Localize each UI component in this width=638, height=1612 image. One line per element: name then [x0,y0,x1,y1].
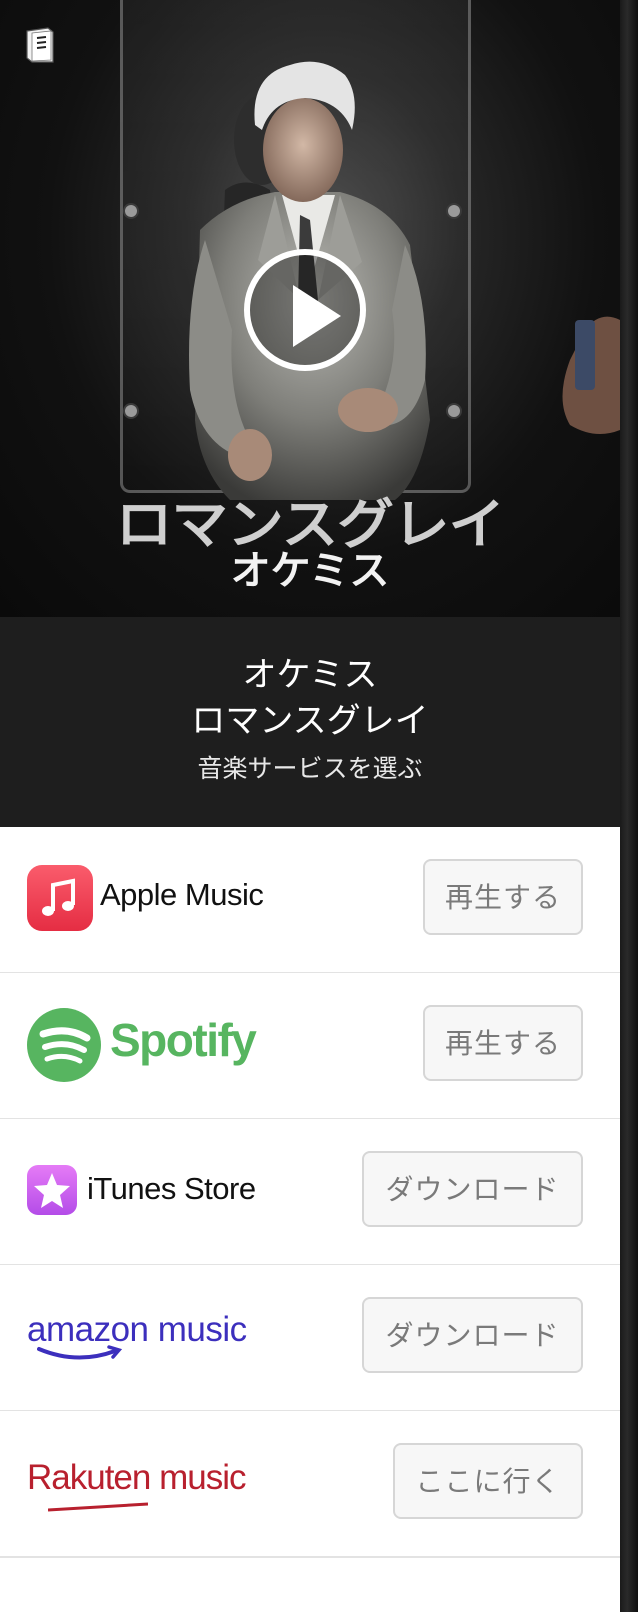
apple-music-icon [27,865,93,931]
service-row-itunes-store[interactable]: iTunes Store ダウンロード [0,1119,620,1266]
rakuten-swoosh-icon [47,1497,149,1516]
cover-art: ロマンスグレイ オケミス [0,0,620,617]
download-button-amazon[interactable]: ダウンロード [362,1297,583,1373]
amazon-smile-icon [37,1345,127,1367]
amazon-music-logo: amazon music [27,1310,247,1349]
track-info-panel: オケミス ロマンスグレイ 音楽サービスを選ぶ [0,617,620,827]
choose-service-label: 音楽サービスを選ぶ [197,754,423,783]
song-title: ロマンスグレイ [191,701,429,741]
play-button-apple-music[interactable]: 再生する [423,859,583,935]
artist-name: オケミス [242,655,378,695]
play-button-spotify[interactable]: 再生する [423,1005,583,1081]
go-button-rakuten[interactable]: ここに行く [393,1443,583,1519]
spotify-icon [27,1008,101,1082]
service-row-rakuten-music[interactable]: Rakuten music ここに行く [0,1411,620,1558]
service-row-spotify[interactable]: Spotify 再生する [0,973,620,1120]
service-row-apple-music[interactable]: Apple Music 再生する [0,827,620,974]
service-name: Apple Music [100,877,264,912]
service-name: Spotify [110,1014,257,1066]
service-name: iTunes Store [87,1171,256,1206]
play-button[interactable] [244,249,366,371]
service-row-amazon-music[interactable]: amazon music ダウンロード [0,1265,620,1412]
rakuten-music-logo: Rakuten music [27,1458,246,1497]
book-icon [24,26,56,64]
window-edge [620,0,638,1612]
download-button-itunes[interactable]: ダウンロード [362,1151,583,1227]
cover-artist-text: オケミス [230,548,390,594]
page: ロマンスグレイ オケミス オケミス ロマンスグレイ 音楽サービスを選ぶ Appl… [0,0,620,1612]
itunes-star-icon [27,1165,77,1215]
